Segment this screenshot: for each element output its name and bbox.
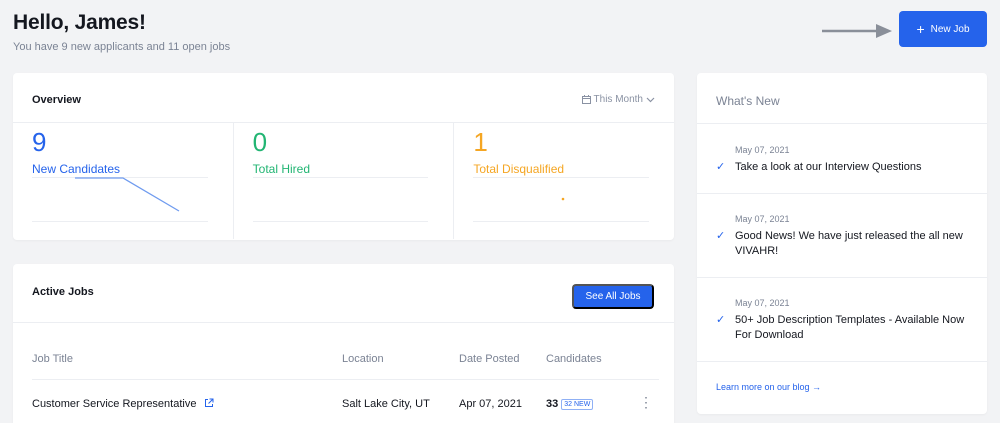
more-options-icon[interactable]: ⋮ bbox=[639, 395, 653, 409]
plus-icon: + bbox=[916, 21, 925, 37]
stat-label: Total Hired bbox=[252, 162, 311, 176]
overview-card: Overview This Month 9 New Candidates 0 T… bbox=[13, 73, 674, 240]
stat-total-hired[interactable]: 0 Total Hired bbox=[234, 123, 455, 239]
page-title: Hello, James! bbox=[13, 11, 146, 34]
column-header-candidates[interactable]: Candidates bbox=[546, 353, 602, 365]
job-title-cell[interactable]: Customer Service Representative bbox=[32, 398, 214, 410]
chevron-down-icon bbox=[646, 97, 655, 102]
calendar-icon bbox=[581, 95, 591, 104]
period-selector[interactable]: This Month bbox=[581, 94, 655, 105]
job-date-posted: Apr 07, 2021 bbox=[459, 398, 522, 410]
external-link-icon[interactable] bbox=[204, 398, 214, 408]
see-all-jobs-button[interactable]: See All Jobs bbox=[572, 284, 654, 309]
blog-link[interactable]: Learn more on our blog → bbox=[716, 382, 821, 392]
news-item[interactable]: May 07, 2021 ✓ Take a look at our Intervi… bbox=[716, 145, 972, 175]
stat-value: 0 bbox=[252, 127, 268, 157]
check-icon: ✓ bbox=[716, 230, 726, 242]
active-jobs-card: Active Jobs See All Jobs Job Title Locat… bbox=[13, 264, 674, 423]
overview-title: Overview bbox=[32, 94, 81, 106]
column-header-job-title[interactable]: Job Title bbox=[32, 353, 73, 365]
new-candidates-badge: 32 NEW bbox=[561, 399, 594, 410]
active-jobs-title: Active Jobs bbox=[32, 286, 94, 298]
arrow-pointer-icon bbox=[822, 24, 892, 38]
job-location: Salt Lake City, UT bbox=[342, 398, 430, 410]
job-title-link[interactable]: Customer Service Representative bbox=[32, 398, 196, 410]
greeting-header: Hello, James! You have 9 new applicants … bbox=[13, 11, 230, 53]
job-candidates: 33 32 NEW bbox=[546, 398, 594, 410]
candidates-count: 33 bbox=[546, 398, 559, 410]
check-icon: ✓ bbox=[716, 314, 726, 326]
news-text[interactable]: Good News! We have just released the all… bbox=[735, 229, 972, 259]
news-text[interactable]: 50+ Job Description Templates - Availabl… bbox=[735, 313, 972, 343]
news-text[interactable]: Take a look at our Interview Questions bbox=[735, 160, 921, 175]
new-job-label: New Job bbox=[930, 23, 970, 35]
new-job-button[interactable]: + New Job bbox=[899, 11, 987, 47]
check-icon: ✓ bbox=[716, 161, 726, 173]
news-date: May 07, 2021 bbox=[735, 214, 790, 224]
news-date: May 07, 2021 bbox=[735, 145, 790, 155]
sparkline-new-candidates bbox=[75, 177, 180, 212]
sparkline-total-disqualified bbox=[562, 197, 565, 201]
page-subtitle: You have 9 new applicants and 11 open jo… bbox=[13, 41, 231, 53]
column-header-date-posted[interactable]: Date Posted bbox=[459, 353, 520, 365]
news-item[interactable]: May 07, 2021 ✓ 50+ Job Description Templa… bbox=[716, 298, 972, 343]
news-item[interactable]: May 07, 2021 ✓ Good News! We have just re… bbox=[716, 214, 972, 259]
column-header-location[interactable]: Location bbox=[342, 353, 384, 365]
period-label: This Month bbox=[593, 94, 643, 105]
stat-total-disqualified[interactable]: 1 Total Disqualified bbox=[454, 123, 674, 239]
news-date: May 07, 2021 bbox=[735, 298, 790, 308]
stat-new-candidates[interactable]: 9 New Candidates bbox=[13, 123, 234, 239]
whats-new-title: What's New bbox=[716, 94, 780, 108]
whats-new-card: What's New May 07, 2021 ✓ Take a look at … bbox=[697, 73, 987, 414]
